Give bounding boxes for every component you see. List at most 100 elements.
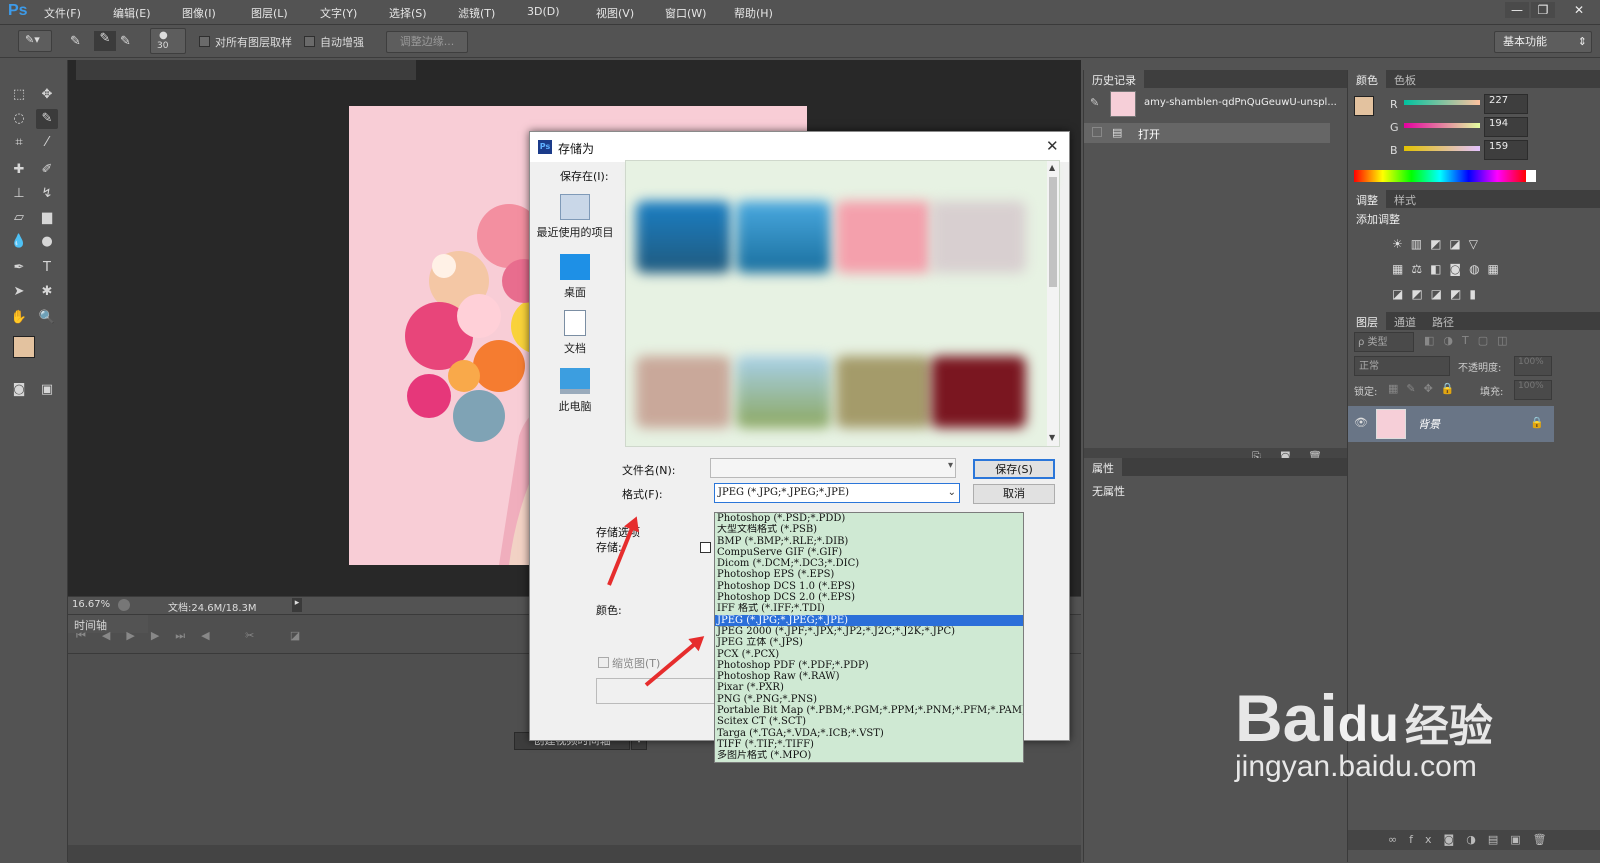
workspace-select[interactable]: 基本功能 ⇕	[1494, 31, 1592, 53]
eye-icon[interactable]: 👁	[1354, 416, 1368, 429]
file-thumbnail[interactable]	[931, 201, 1026, 273]
menu-item[interactable]: 选择(S)	[389, 5, 427, 21]
history-snapshot[interactable]: ✎ amy-shamblen-qdPnQuGeuwU-unspl...	[1088, 90, 1344, 118]
opacity-input[interactable]: 100%	[1514, 356, 1552, 376]
b-value[interactable]: 159	[1484, 140, 1528, 160]
format-option[interactable]: PNG (*.PNG;*.PNS)	[715, 694, 1023, 705]
eyedropper-tool-icon[interactable]: ⁄	[36, 133, 58, 153]
place-documents[interactable]: 文档	[536, 310, 614, 356]
screen-mode-icon[interactable]: ▣	[36, 380, 58, 400]
brush-size-picker[interactable]: ● 30	[150, 28, 186, 54]
format-option[interactable]: 多图片格式 (*.MPO)	[715, 750, 1023, 761]
zoom-tool-icon[interactable]: 🔍	[36, 308, 58, 328]
scrollbar-thumb[interactable]	[1049, 177, 1057, 287]
layer-filter-select[interactable]: ρ 类型	[1354, 332, 1414, 352]
menu-item[interactable]: 图像(I)	[182, 5, 216, 21]
swatches-tab[interactable]: 色板	[1386, 70, 1424, 88]
format-option[interactable]: JPEG 2000 (*.JPF;*.JPX;*.JP2;*.J2C;*.J2K…	[715, 626, 1023, 637]
format-option[interactable]: Photoshop EPS (*.EPS)	[715, 569, 1023, 580]
format-option[interactable]: CompuServe GIF (*.GIF)	[715, 547, 1023, 558]
file-thumbnail[interactable]	[931, 356, 1026, 428]
sample-all-layers-checkbox[interactable]	[199, 36, 210, 47]
store-checkbox[interactable]	[700, 542, 711, 553]
format-option[interactable]: JPEG 立体 (*.JPS)	[715, 637, 1023, 648]
file-thumbnail[interactable]	[836, 201, 931, 273]
clone-stamp-tool-icon[interactable]: ⊥	[8, 184, 30, 204]
menu-item[interactable]: 视图(V)	[596, 5, 634, 21]
menu-item[interactable]: 帮助(H)	[734, 5, 773, 21]
format-option[interactable]: Scitex CT (*.SCT)	[715, 716, 1023, 727]
status-menu-icon[interactable]: ▸	[292, 598, 302, 612]
cancel-button[interactable]: 取消	[973, 484, 1055, 504]
color-tab[interactable]: 颜色	[1348, 70, 1386, 88]
styles-tab[interactable]: 样式	[1386, 190, 1424, 208]
format-option[interactable]: Photoshop (*.PSD;*.PDD)	[715, 513, 1023, 524]
file-browser-scrollbar[interactable]: ▲ ▼	[1047, 161, 1059, 446]
lasso-tool-icon[interactable]: ◌	[8, 109, 30, 129]
r-slider[interactable]	[1404, 100, 1480, 105]
history-item-open[interactable]: ▤ 打开	[1084, 123, 1330, 143]
adjustments-tab[interactable]: 调整	[1348, 190, 1386, 208]
r-value[interactable]: 227	[1484, 94, 1528, 114]
layer-filter-icons[interactable]: ◧◑T▢◫	[1424, 334, 1517, 347]
save-button[interactable]: 保存(S)	[973, 459, 1055, 479]
lock-icons[interactable]: ▦✎✥🔒	[1388, 382, 1463, 395]
layers-footer-icons[interactable]: ∞fx◙◑▤▣🗑	[1348, 830, 1600, 850]
file-browser[interactable]: ▲ ▼	[625, 160, 1060, 447]
format-option[interactable]: PCX (*.PCX)	[715, 649, 1023, 660]
format-option[interactable]: Pixar (*.PXR)	[715, 682, 1023, 693]
menu-item[interactable]: 窗口(W)	[665, 5, 706, 21]
menu-item[interactable]: 编辑(E)	[113, 5, 151, 21]
format-dropdown-list[interactable]: Photoshop (*.PSD;*.PDD) 大型文档格式 (*.PSB) BMP…	[714, 512, 1024, 763]
dialog-close-icon[interactable]: ✕	[1046, 137, 1059, 155]
healing-brush-tool-icon[interactable]: ✚	[8, 160, 30, 180]
g-value[interactable]: 194	[1484, 117, 1528, 137]
format-select[interactable]: JPEG (*.JPG;*.JPEG;*.JPE) ⌄	[714, 483, 960, 503]
status-info-icon[interactable]	[118, 599, 130, 611]
hand-tool-icon[interactable]: ✋	[8, 308, 30, 328]
blur-tool-icon[interactable]: 💧	[8, 232, 30, 252]
auto-enhance-checkbox[interactable]	[304, 36, 315, 47]
blend-mode-select[interactable]: 正常	[1354, 356, 1450, 376]
color-panel-foreground[interactable]	[1354, 96, 1374, 116]
format-option[interactable]: 大型文档格式 (*.PSB)	[715, 524, 1023, 535]
zoom-level[interactable]: 16.67%	[72, 599, 110, 610]
refine-edge-button[interactable]: 调整边缘...	[386, 31, 468, 53]
paths-tab[interactable]: 路径	[1424, 312, 1462, 330]
layer-row-background[interactable]: 👁 背景 🔒	[1348, 406, 1554, 442]
layers-tab[interactable]: 图层	[1348, 312, 1386, 330]
history-tab[interactable]: 历史记录	[1084, 70, 1144, 88]
fill-input[interactable]: 100%	[1514, 380, 1552, 400]
format-option[interactable]: JPEG (*.JPG;*.JPEG;*.JPE)	[715, 614, 1023, 626]
format-option[interactable]: TIFF (*.TIF;*.TIFF)	[715, 739, 1023, 750]
file-thumbnail[interactable]	[636, 356, 731, 428]
path-selection-tool-icon[interactable]: ➤	[8, 282, 30, 302]
gradient-tool-icon[interactable]: ▆	[36, 208, 58, 228]
file-thumbnail[interactable]	[836, 356, 931, 428]
minimize-button[interactable]: —	[1505, 2, 1529, 18]
close-app-button[interactable]: ✕	[1567, 2, 1591, 18]
file-thumbnail[interactable]	[736, 201, 831, 273]
tool-preset-picker[interactable]: ✎▾	[18, 30, 52, 52]
file-thumbnail[interactable]	[736, 356, 831, 428]
format-option[interactable]: BMP (*.BMP;*.RLE;*.DIB)	[715, 536, 1023, 547]
restore-button[interactable]: ❐	[1531, 2, 1555, 18]
pen-tool-icon[interactable]: ✒	[8, 258, 30, 278]
brush-mode-subtract-icon[interactable]: ✎	[120, 34, 131, 49]
foreground-color-swatch[interactable]	[13, 336, 35, 358]
document-tab[interactable]	[76, 60, 416, 80]
format-option[interactable]: Portable Bit Map (*.PBM;*.PGM;*.PPM;*.PN…	[715, 705, 1023, 716]
format-option[interactable]: Photoshop DCS 2.0 (*.EPS)	[715, 592, 1023, 603]
eraser-tool-icon[interactable]: ▱	[8, 208, 30, 228]
brush-tool-icon[interactable]: ✐	[36, 160, 58, 180]
scroll-down-icon[interactable]: ▼	[1049, 433, 1055, 442]
place-recent[interactable]: 最近使用的项目	[536, 194, 614, 240]
menu-item[interactable]: 文字(Y)	[320, 5, 357, 21]
marquee-tool-icon[interactable]: ⬚	[8, 85, 30, 105]
menu-item[interactable]: 文件(F)	[44, 5, 81, 21]
adjustment-icons[interactable]: ☀▥◩◪▽ ▦⚖◧◙◍▦ ◪◩◪◩▮	[1392, 232, 1512, 307]
scroll-up-icon[interactable]: ▲	[1049, 163, 1055, 172]
g-slider[interactable]	[1404, 123, 1480, 128]
type-tool-icon[interactable]: T	[36, 258, 58, 278]
brush-mode-add-icon[interactable]: ✎	[94, 31, 116, 51]
